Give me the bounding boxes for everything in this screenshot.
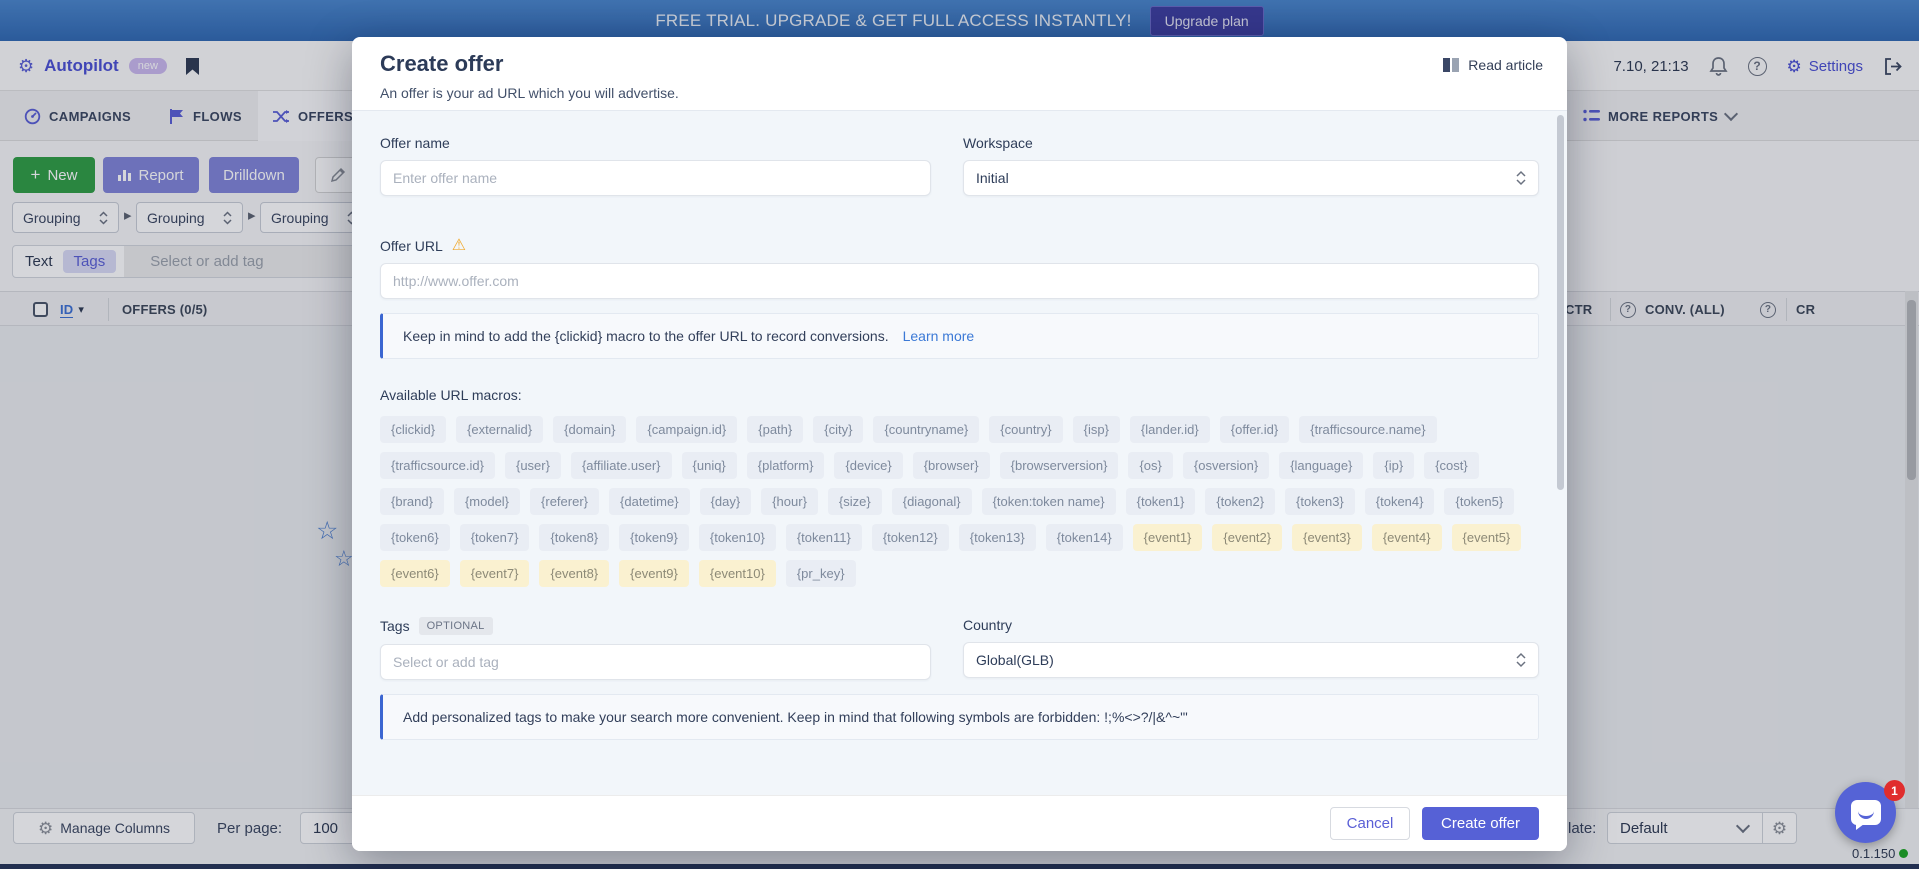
read-article-label: Read article xyxy=(1468,57,1543,73)
modal-subtitle: An offer is your ad URL which you will a… xyxy=(380,85,679,101)
macro-chip[interactable]: {pr_key} xyxy=(786,560,856,587)
macro-chip[interactable]: {trafficsource.name} xyxy=(1299,416,1436,443)
offer-name-label: Offer name xyxy=(380,135,931,151)
macro-chip[interactable]: {event6} xyxy=(380,560,450,587)
create-offer-modal: Create offer An offer is your ad URL whi… xyxy=(352,37,1567,851)
updown-icon xyxy=(1516,170,1526,186)
macro-chip[interactable]: {os} xyxy=(1128,452,1172,479)
macro-chip[interactable]: {domain} xyxy=(553,416,626,443)
macro-chip[interactable]: {event7} xyxy=(460,560,530,587)
macro-chip[interactable]: {size} xyxy=(828,488,882,515)
tags-input[interactable] xyxy=(380,644,931,680)
tags-note: Add personalized tags to make your searc… xyxy=(380,694,1539,740)
modal-scrollbar-thumb[interactable] xyxy=(1557,115,1564,490)
macro-chip[interactable]: {token11} xyxy=(786,524,862,551)
macro-chip[interactable]: {event8} xyxy=(539,560,609,587)
macro-chip[interactable]: {path} xyxy=(747,416,803,443)
macro-chip[interactable]: {token7} xyxy=(460,524,530,551)
macro-chip[interactable]: {cost} xyxy=(1424,452,1479,479)
tags-note-text: Add personalized tags to make your searc… xyxy=(403,709,1188,725)
macro-chip[interactable]: {platform} xyxy=(747,452,825,479)
optional-badge: OPTIONAL xyxy=(419,617,493,635)
modal-body: Offer name Workspace Initial Offer URL ⚠ xyxy=(352,110,1567,832)
macro-chip[interactable]: {isp} xyxy=(1073,416,1120,443)
macro-chip[interactable]: {model} xyxy=(454,488,520,515)
macro-chip[interactable]: {offer.id} xyxy=(1220,416,1289,443)
macro-chip[interactable]: {user} xyxy=(505,452,561,479)
modal-header: Create offer An offer is your ad URL whi… xyxy=(352,37,1567,110)
macro-chip[interactable]: {ip} xyxy=(1373,452,1414,479)
offer-url-label-row: Offer URL ⚠ xyxy=(380,238,1539,254)
macro-chip[interactable]: {referer} xyxy=(530,488,599,515)
app-window: FREE TRIAL. UPGRADE & GET FULL ACCESS IN… xyxy=(0,0,1919,869)
macro-chip[interactable]: {token3} xyxy=(1285,488,1355,515)
workspace-label: Workspace xyxy=(963,135,1539,151)
macro-chip[interactable]: {event2} xyxy=(1212,524,1282,551)
macro-chip[interactable]: {city} xyxy=(813,416,863,443)
macro-chip[interactable]: {token10} xyxy=(699,524,776,551)
chat-bubble-icon xyxy=(1851,800,1881,825)
macro-chip[interactable]: {uniq} xyxy=(682,452,737,479)
workspace-select-value: Initial xyxy=(976,170,1009,186)
offer-url-input[interactable] xyxy=(380,263,1539,299)
updown-icon xyxy=(1516,652,1526,668)
clickid-note-text: Keep in mind to add the {clickid} macro … xyxy=(403,328,889,344)
macro-chip[interactable]: {token14} xyxy=(1046,524,1123,551)
macro-chip[interactable]: {browserversion} xyxy=(1000,452,1119,479)
macro-chip[interactable]: {country} xyxy=(989,416,1062,443)
macro-chip[interactable]: {event3} xyxy=(1292,524,1362,551)
macro-chip[interactable]: {event10} xyxy=(699,560,776,587)
tags-label: Tags xyxy=(380,618,410,634)
macro-chip[interactable]: {externalid} xyxy=(456,416,543,443)
macro-chip[interactable]: {token4} xyxy=(1365,488,1435,515)
macro-chip[interactable]: {day} xyxy=(700,488,752,515)
macro-chips: {clickid} {externalid} {domain} {campaign.i… xyxy=(380,416,1539,587)
modal-title: Create offer xyxy=(380,51,503,77)
country-select-value: Global(GLB) xyxy=(976,652,1054,668)
macros-label: Available URL macros: xyxy=(380,387,1539,403)
macro-chip[interactable]: {event9} xyxy=(619,560,689,587)
macro-chip[interactable]: {datetime} xyxy=(609,488,690,515)
macro-chip[interactable]: {campaign.id} xyxy=(636,416,737,443)
macro-chip[interactable]: {event4} xyxy=(1372,524,1442,551)
modal-footer: Cancel Create offer xyxy=(352,795,1567,851)
learn-more-link[interactable]: Learn more xyxy=(903,328,975,344)
chat-unread-badge: 1 xyxy=(1884,780,1905,801)
macro-chip[interactable]: {event5} xyxy=(1452,524,1522,551)
offer-name-input[interactable] xyxy=(380,160,931,196)
macro-chip[interactable]: {diagonal} xyxy=(892,488,972,515)
macro-chip[interactable]: {token:token name} xyxy=(982,488,1116,515)
macro-chip[interactable]: {browser} xyxy=(913,452,990,479)
macro-chip[interactable]: {token1} xyxy=(1126,488,1196,515)
macro-chip[interactable]: {token13} xyxy=(959,524,1036,551)
country-select[interactable]: Global(GLB) xyxy=(963,642,1539,678)
macro-chip[interactable]: {token9} xyxy=(619,524,689,551)
tags-label-row: Tags OPTIONAL xyxy=(380,617,931,635)
macro-chip[interactable]: {device} xyxy=(834,452,902,479)
cancel-button[interactable]: Cancel xyxy=(1330,807,1410,840)
macro-chip[interactable]: {hour} xyxy=(761,488,818,515)
macro-chip[interactable]: {language} xyxy=(1279,452,1363,479)
book-icon xyxy=(1442,57,1460,73)
macro-chip[interactable]: {token8} xyxy=(539,524,609,551)
offer-url-label: Offer URL xyxy=(380,238,443,254)
clickid-note: Keep in mind to add the {clickid} macro … xyxy=(380,313,1539,359)
macro-chip[interactable]: {token12} xyxy=(872,524,949,551)
macro-chip[interactable]: {token5} xyxy=(1444,488,1514,515)
macro-chip[interactable]: {brand} xyxy=(380,488,444,515)
macro-chip[interactable]: {clickid} xyxy=(380,416,446,443)
macro-chip[interactable]: {affiliate.user} xyxy=(571,452,672,479)
workspace-select[interactable]: Initial xyxy=(963,160,1539,196)
warning-icon: ⚠ xyxy=(452,238,466,254)
macro-chip[interactable]: {trafficsource.id} xyxy=(380,452,495,479)
create-offer-button[interactable]: Create offer xyxy=(1422,807,1539,840)
read-article-link[interactable]: Read article xyxy=(1442,57,1543,73)
macro-chip[interactable]: {event1} xyxy=(1133,524,1203,551)
macro-chip[interactable]: {token6} xyxy=(380,524,450,551)
country-label: Country xyxy=(963,617,1539,633)
macro-chip[interactable]: {osversion} xyxy=(1183,452,1269,479)
macro-chip[interactable]: {countryname} xyxy=(873,416,979,443)
macro-chip[interactable]: {lander.id} xyxy=(1130,416,1210,443)
macro-chip[interactable]: {token2} xyxy=(1205,488,1275,515)
